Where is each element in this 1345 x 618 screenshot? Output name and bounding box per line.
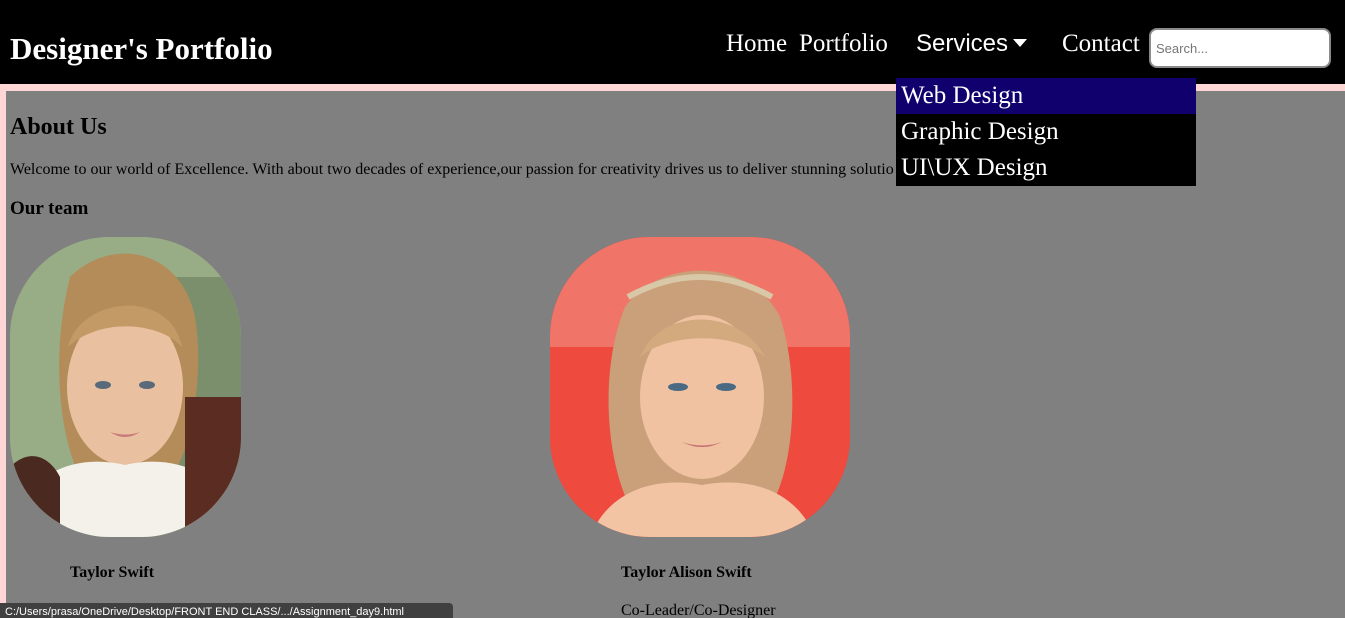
- dropdown-item-uiux-design[interactable]: UI\UX Design: [896, 150, 1196, 186]
- site-brand[interactable]: Designer's Portfolio: [10, 30, 273, 68]
- about-paragraph: Welcome to our world of Excellence. With…: [10, 161, 894, 178]
- nav-services-label: Services: [916, 30, 1009, 57]
- nav-portfolio-link[interactable]: Portfolio: [799, 28, 888, 60]
- team-member-name: Taylor Alison Swift: [621, 564, 752, 581]
- team-member-role: Co-Leader/Co-Designer: [621, 602, 776, 618]
- navbar: Designer's Portfolio Home Portfolio Serv…: [0, 0, 1345, 84]
- team-member-name: Taylor Swift: [70, 564, 155, 581]
- services-dropdown-menu: Web Design Graphic Design UI\UX Design: [896, 78, 1196, 186]
- about-heading: About Us: [10, 114, 107, 140]
- browser-status-bar: C:/Users/prasa/OneDrive/Desktop/FRONT EN…: [0, 603, 453, 618]
- caret-down-icon: [1013, 38, 1028, 47]
- dropdown-item-graphic-design[interactable]: Graphic Design: [896, 114, 1196, 150]
- team-member-photo: [550, 237, 850, 537]
- nav-services-dropdown[interactable]: Services: [916, 28, 1028, 60]
- team-member-photo: [10, 237, 241, 537]
- nav-home-link[interactable]: Home: [726, 28, 787, 60]
- search-input[interactable]: [1149, 28, 1331, 68]
- nav-contact-link[interactable]: Contact: [1062, 28, 1140, 60]
- team-heading: Our team: [10, 198, 89, 219]
- dropdown-item-web-design[interactable]: Web Design: [896, 78, 1196, 114]
